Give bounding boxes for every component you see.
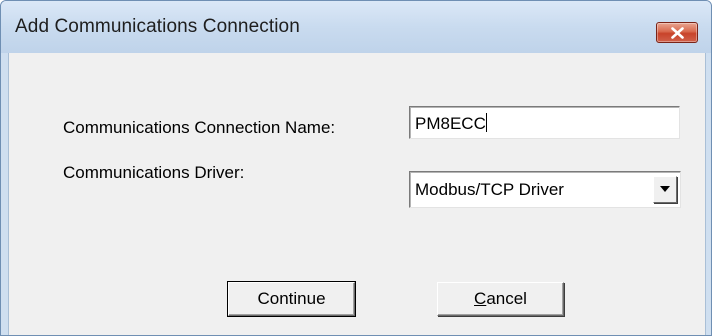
cancel-button-label: ancel	[486, 289, 527, 308]
driver-selected-value: Modbus/TCP Driver	[415, 180, 564, 199]
continue-button-label: Continue	[257, 289, 326, 308]
communications-driver-select[interactable]: Modbus/TCP Driver	[409, 171, 681, 208]
chevron-down-icon	[660, 186, 670, 192]
communications-driver-label: Communications Driver:	[63, 163, 245, 182]
cancel-button[interactable]: Cancel	[437, 282, 564, 316]
add-communications-connection-dialog: Add Communications Connection Communicat…	[0, 0, 712, 336]
close-x-icon	[671, 27, 684, 39]
connection-name-input[interactable]: PM8ECC	[409, 106, 680, 139]
connection-name-label: Communications Connection Name:	[63, 118, 336, 137]
connection-name-value: PM8ECC	[415, 114, 486, 133]
cancel-accelerator-letter: C	[474, 289, 487, 308]
continue-button[interactable]: Continue	[227, 281, 356, 317]
dropdown-button[interactable]	[653, 176, 677, 203]
window-title: Add Communications Connection	[15, 16, 300, 37]
close-button[interactable]	[656, 22, 698, 43]
dialog-body: Communications Connection Name: PM8ECC C…	[8, 53, 706, 335]
title-bar[interactable]: Add Communications Connection	[1, 1, 711, 53]
text-caret	[485, 113, 487, 132]
